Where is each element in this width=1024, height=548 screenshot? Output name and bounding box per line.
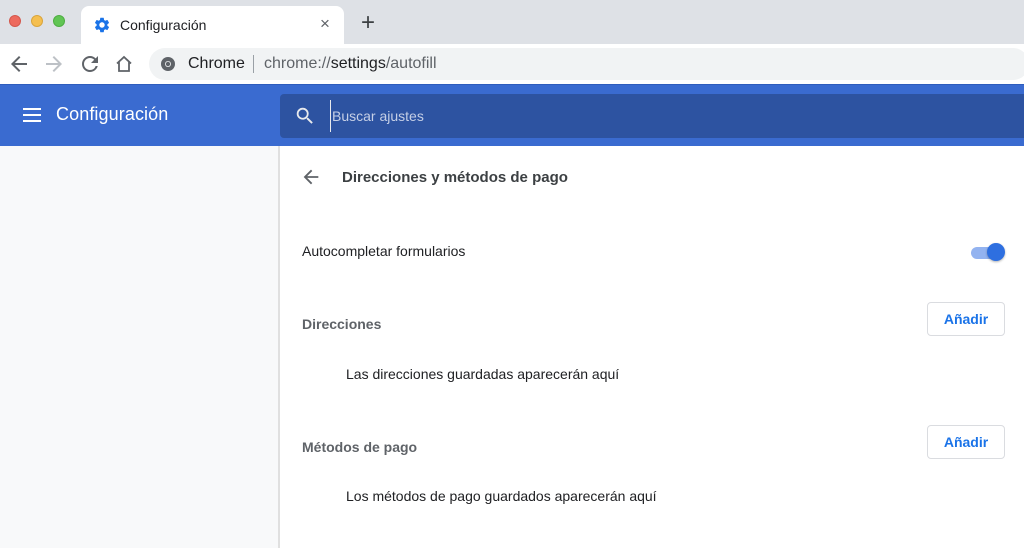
autofill-forms-toggle[interactable] <box>971 242 1005 262</box>
settings-content: Direcciones y métodos de pago Autocomple… <box>280 146 1024 548</box>
home-icon <box>116 55 132 72</box>
tab-title: Configuración <box>120 17 207 33</box>
address-bar[interactable]: Chrome chrome://settings/autofill <box>149 48 1024 80</box>
sidebar <box>0 146 278 548</box>
back-to-autofill-button[interactable] <box>300 166 322 188</box>
url-text: chrome://settings/autofill <box>264 55 437 73</box>
scheme-label: Chrome <box>188 55 245 72</box>
subpage-title: Direcciones y métodos de pago <box>342 169 568 186</box>
page-title: Configuración <box>56 104 169 124</box>
tab-settings[interactable]: Configuración × <box>81 6 344 44</box>
arrow-left-icon <box>11 56 27 72</box>
browser-toolbar: Chrome chrome://settings/autofill <box>0 44 1024 84</box>
search-icon <box>294 105 316 127</box>
window-close-button[interactable] <box>9 15 21 27</box>
url-path: /autofill <box>385 55 437 72</box>
addresses-section-title: Direcciones <box>302 316 382 332</box>
forward-button[interactable] <box>42 52 66 76</box>
arrow-left-icon <box>303 169 319 185</box>
window-maximize-button[interactable] <box>53 15 65 27</box>
add-payment-method-button[interactable]: Añadir <box>927 425 1005 459</box>
url-prefix: chrome:// <box>264 55 331 72</box>
settings-header: Configuración <box>0 84 1024 146</box>
search-box[interactable] <box>280 94 1024 138</box>
url-host: settings <box>330 55 386 72</box>
addresses-empty-message: Las direcciones guardadas aparecerán aqu… <box>346 366 620 382</box>
new-tab-button[interactable]: + <box>357 11 379 35</box>
payment-methods-empty-message: Los métodos de pago guardados aparecerán… <box>346 488 657 504</box>
tab-strip: Configuración × + <box>0 0 1024 44</box>
arrow-right-icon <box>46 56 62 72</box>
autofill-forms-label: Autocompletar formularios <box>302 243 466 259</box>
toggle-knob <box>987 243 1005 261</box>
chrome-logo-icon <box>160 56 176 72</box>
reload-icon <box>82 56 98 72</box>
hamburger-menu-icon[interactable] <box>22 106 42 124</box>
back-button[interactable] <box>7 52 31 76</box>
home-button[interactable] <box>112 52 136 76</box>
omnibox-separator <box>253 55 254 73</box>
reload-button[interactable] <box>78 52 102 76</box>
payment-methods-section-title: Métodos de pago <box>302 439 418 455</box>
window-minimize-button[interactable] <box>31 15 43 27</box>
gear-icon <box>93 16 111 34</box>
add-address-button[interactable]: Añadir <box>927 302 1005 336</box>
close-icon[interactable]: × <box>315 14 335 34</box>
search-input[interactable] <box>330 100 1010 132</box>
